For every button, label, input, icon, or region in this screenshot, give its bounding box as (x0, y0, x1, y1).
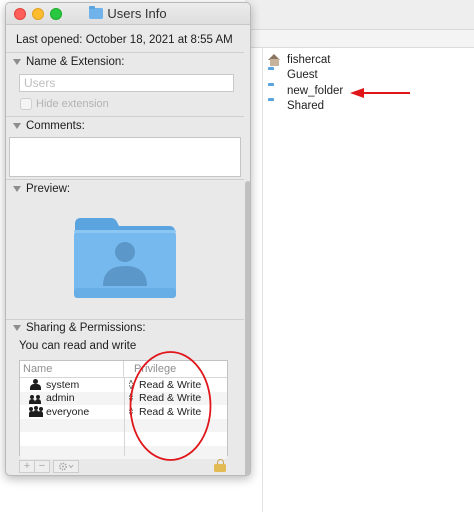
name-input[interactable] (19, 74, 234, 92)
finder-item-label: fishercat (287, 53, 331, 66)
finder-item-label: Shared (287, 100, 325, 113)
section-title: Comments: (26, 120, 85, 132)
divider (6, 52, 244, 53)
hide-extension-option[interactable]: Hide extension (20, 98, 109, 110)
finder-item-label: new_folder (287, 84, 344, 97)
hide-extension-label: Hide extension (36, 98, 109, 110)
permission-summary: You can read and write (19, 340, 137, 352)
divider (6, 116, 244, 117)
red-arrow-annotation (350, 88, 410, 98)
window-titlebar[interactable]: Users Info (6, 3, 250, 25)
finder-toolbar (245, 0, 474, 30)
users-folder-preview-icon (74, 218, 176, 298)
disclosure-triangle-icon[interactable] (13, 325, 21, 331)
section-name-extension[interactable]: Name & Extension: (13, 56, 124, 68)
column-header-name[interactable]: Name (20, 361, 124, 377)
single-user-icon (29, 379, 43, 391)
disclosure-triangle-icon[interactable] (13, 123, 21, 129)
divider (6, 319, 244, 320)
window-title-text: Users Info (107, 6, 167, 21)
user-name: admin (46, 392, 75, 405)
disclosure-triangle-icon[interactable] (13, 59, 21, 65)
folder-icon (268, 100, 282, 112)
section-sharing-permissions[interactable]: Sharing & Permissions: (13, 322, 146, 334)
finder-item-label: Guest (287, 69, 318, 82)
section-title: Name & Extension: (26, 56, 125, 68)
group-icon (29, 393, 43, 404)
section-preview[interactable]: Preview: (13, 183, 70, 195)
finder-file-list: fishercat Guest new_folder Shared (268, 52, 468, 114)
finder-item-guest[interactable]: Guest (268, 68, 468, 84)
remove-permission-button[interactable]: − (34, 459, 50, 473)
get-info-window: Users Info Last opened: October 18, 2021… (5, 2, 251, 476)
hide-extension-checkbox[interactable] (20, 98, 32, 110)
section-comments[interactable]: Comments: (13, 120, 85, 132)
finder-item-fishercat[interactable]: fishercat (268, 52, 468, 68)
red-circle-annotation (129, 351, 212, 461)
folder-icon (268, 69, 282, 81)
folder-icon (89, 6, 104, 19)
disclosure-triangle-icon[interactable] (13, 186, 21, 192)
divider (6, 179, 244, 180)
window-title: Users Info (6, 6, 250, 21)
folder-icon (268, 85, 282, 97)
everyone-group-icon (29, 406, 43, 418)
add-permission-button[interactable]: + (19, 459, 35, 473)
comments-textarea[interactable] (9, 137, 241, 177)
action-menu-button[interactable] (53, 459, 79, 473)
finder-column-divider (262, 48, 263, 512)
lock-icon[interactable] (214, 459, 226, 473)
user-name: system (46, 378, 80, 391)
section-title: Preview: (26, 183, 71, 195)
section-title: Sharing & Permissions: (26, 322, 146, 334)
last-opened-text: Last opened: October 18, 2021 at 8:55 AM (16, 34, 233, 46)
home-folder-icon (268, 53, 282, 66)
scrollbar-thumb[interactable] (245, 181, 250, 475)
gear-icon (58, 461, 74, 471)
user-name: everyone (46, 405, 90, 418)
finder-path-bar (245, 30, 474, 48)
